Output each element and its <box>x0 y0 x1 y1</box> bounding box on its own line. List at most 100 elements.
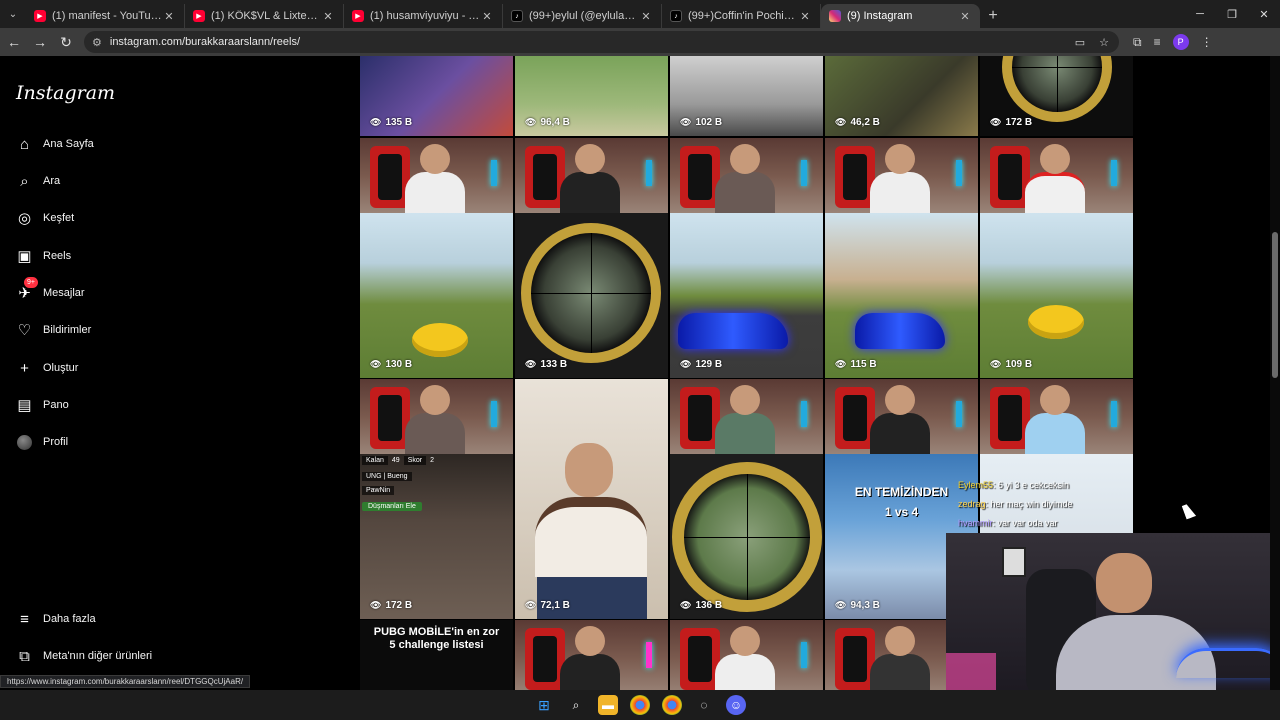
mouse-cursor <box>1181 502 1197 520</box>
sidebar-item-search[interactable]: ⌕ Ara <box>16 168 60 194</box>
avatar <box>17 434 32 450</box>
view-count: 👁 115 B <box>835 359 877 370</box>
tab-0[interactable]: ▶ (1) manifest - YouTube ✕ <box>26 4 185 28</box>
bookmark-star-icon[interactable]: ☆ <box>1099 36 1109 49</box>
reel-tile[interactable]: 👁 96,4 B <box>515 56 668 136</box>
dashboard-icon: ▤ <box>17 397 32 414</box>
tab-title: (1) manifest - YouTube <box>52 10 162 22</box>
sidebar-item-notifications[interactable]: ♡ Bildirimler <box>16 317 92 343</box>
compass-icon: ◎ <box>17 210 32 227</box>
close-icon[interactable]: ✕ <box>480 10 494 23</box>
instagram-logo[interactable]: Instagram <box>16 82 115 104</box>
search-icon[interactable]: ⌕ <box>566 695 586 715</box>
tab-5-active[interactable]: (9) Instagram ✕ <box>821 4 980 28</box>
reel-tile[interactable]: 👁 130 B <box>360 138 513 378</box>
windows-taskbar: ⊞ ⌕ ▬ ◌ ☺ <box>0 690 1280 720</box>
reel-tile[interactable]: 👁 115 B <box>825 138 978 378</box>
menu-icon[interactable]: ⋮ <box>1201 35 1213 49</box>
page-scrollbar[interactable] <box>1270 56 1280 690</box>
neon-light <box>1176 648 1280 678</box>
tab-2[interactable]: ▶ (1) husamviyuviyu - YouTube ✕ <box>344 4 503 28</box>
close-icon[interactable]: ✕ <box>958 10 972 23</box>
forward-icon[interactable]: → <box>28 30 52 54</box>
stream-chat-overlay: Eylem55: 6 yi 3 e cekceksin zedrag: her … <box>958 476 1138 533</box>
chat-message: hvammir: var var oda var <box>958 518 1058 528</box>
reel-tile[interactable]: Kalan 49 Skor 2 UNG | Bueng PawNin Düşmanl… <box>360 379 513 619</box>
close-icon[interactable]: ✕ <box>798 10 812 23</box>
sidebar-item-meta[interactable]: ⧉ Meta'nın diğer ürünleri <box>16 643 152 669</box>
sidebar-item-home[interactable]: ⌂ Ana Sayfa <box>16 131 94 157</box>
chrome-icon[interactable] <box>630 695 650 715</box>
close-icon[interactable]: ✕ <box>321 10 335 23</box>
sidebar-item-label: Daha fazla <box>43 613 96 625</box>
scope-graphic <box>672 462 822 612</box>
reel-tile[interactable]: 👁 72,1 B <box>515 379 668 619</box>
new-tab-button[interactable]: + <box>980 4 1006 28</box>
reel-tile[interactable]: PUBG MOBİLE'in en zor 5 challenge listes… <box>360 620 513 690</box>
scope-graphic <box>521 223 661 363</box>
reel-tile[interactable] <box>515 620 668 690</box>
reload-icon[interactable]: ↻ <box>54 30 78 54</box>
tab-search-icon[interactable]: ⌄ <box>0 0 26 28</box>
tab-title: (99+)eylul (@eylulakbyik) | TikTok <box>529 10 639 22</box>
tab-1[interactable]: ▶ (1) KÖK$VL & Lixtery - Aşırı Tam ✕ <box>185 4 344 28</box>
heart-icon: ♡ <box>17 322 32 339</box>
chrome-icon[interactable] <box>662 695 682 715</box>
reel-tile[interactable]: 👁 46,2 B <box>825 56 978 136</box>
discord-icon[interactable]: ☺ <box>726 695 746 715</box>
reel-tile[interactable]: 👁 129 B <box>670 138 823 378</box>
close-window-icon[interactable]: ✕ <box>1248 0 1280 28</box>
reel-tile[interactable]: 👁 136 B <box>670 379 823 619</box>
eye-icon: 👁 <box>835 359 847 369</box>
address-bar[interactable]: ⚙ instagram.com/burakkaraarslann/reels/ … <box>84 31 1119 53</box>
reel-tile[interactable] <box>670 620 823 690</box>
sidebar-item-explore[interactable]: ◎ Keşfet <box>16 205 74 231</box>
eye-icon: 👁 <box>525 600 537 610</box>
scrollbar-thumb[interactable] <box>1272 232 1278 378</box>
reel-tile[interactable]: 👁 109 B <box>980 138 1133 378</box>
streamer-room <box>670 379 823 458</box>
sidebar-item-more[interactable]: ≡ Daha fazla <box>16 606 96 632</box>
streamer-room <box>825 138 978 217</box>
eye-icon: 👁 <box>835 117 847 127</box>
file-explorer-icon[interactable]: ▬ <box>598 695 618 715</box>
back-icon[interactable]: ← <box>2 30 26 54</box>
sidebar-item-label: Meta'nın diğer ürünleri <box>43 650 153 662</box>
media-icon[interactable]: ≡ <box>1154 35 1161 49</box>
sidebar-item-label: Mesajlar <box>43 287 85 299</box>
sidebar-item-create[interactable]: + Oluştur <box>16 355 78 381</box>
reel-tile[interactable]: 👁 172 B <box>980 56 1133 136</box>
reel-tile[interactable]: 👁 133 B <box>515 138 668 378</box>
streamer-room <box>670 138 823 217</box>
sidebar-item-dashboard[interactable]: ▤ Pano <box>16 392 69 418</box>
reel-tile[interactable]: 👁 135 B <box>360 56 513 136</box>
obs-icon[interactable]: ◌ <box>694 695 714 715</box>
instagram-sidebar: Instagram ⌂ Ana Sayfa ⌕ Ara ◎ Keşfet ▣ R… <box>0 56 340 690</box>
site-info-icon[interactable]: ⚙ <box>92 36 102 49</box>
cast-icon[interactable]: ▭ <box>1075 36 1085 49</box>
tab-3[interactable]: ♪ (99+)eylul (@eylulakbyik) | TikTok ✕ <box>503 4 662 28</box>
extensions-icon[interactable]: ⧉ <box>1133 35 1142 50</box>
close-icon[interactable]: ✕ <box>639 10 653 23</box>
eye-icon: 👁 <box>525 117 537 127</box>
sidebar-item-label: Oluştur <box>43 362 79 374</box>
close-icon[interactable]: ✕ <box>162 10 176 23</box>
sidebar-item-label: Bildirimler <box>43 324 92 336</box>
eye-icon: 👁 <box>680 117 692 127</box>
tab-4[interactable]: ♪ (99+)Coffin'in Pochinki Anısı: PU ✕ <box>662 4 821 28</box>
sidebar-item-label: Profil <box>43 436 69 448</box>
sidebar-item-messages[interactable]: ✈ 9+ Mesajlar <box>16 276 85 306</box>
sidebar-item-reels[interactable]: ▣ Reels <box>16 243 71 269</box>
sidebar-item-label: Ana Sayfa <box>43 138 94 150</box>
sidebar-item-profile[interactable]: Profil <box>16 429 68 455</box>
reel-tile[interactable]: 👁 102 B <box>670 56 823 136</box>
restore-icon[interactable]: ❐ <box>1216 0 1248 28</box>
view-count: 👁 46,2 B <box>835 117 880 128</box>
windows-start-icon[interactable]: ⊞ <box>534 695 554 715</box>
minimize-icon[interactable]: ─ <box>1184 0 1216 28</box>
hamburger-icon: ≡ <box>20 610 29 628</box>
profile-avatar[interactable]: P <box>1172 34 1189 50</box>
sidebar-item-label: Pano <box>43 399 69 411</box>
tab-title: (1) husamviyuviyu - YouTube <box>370 10 480 22</box>
streamer-room <box>670 620 823 690</box>
